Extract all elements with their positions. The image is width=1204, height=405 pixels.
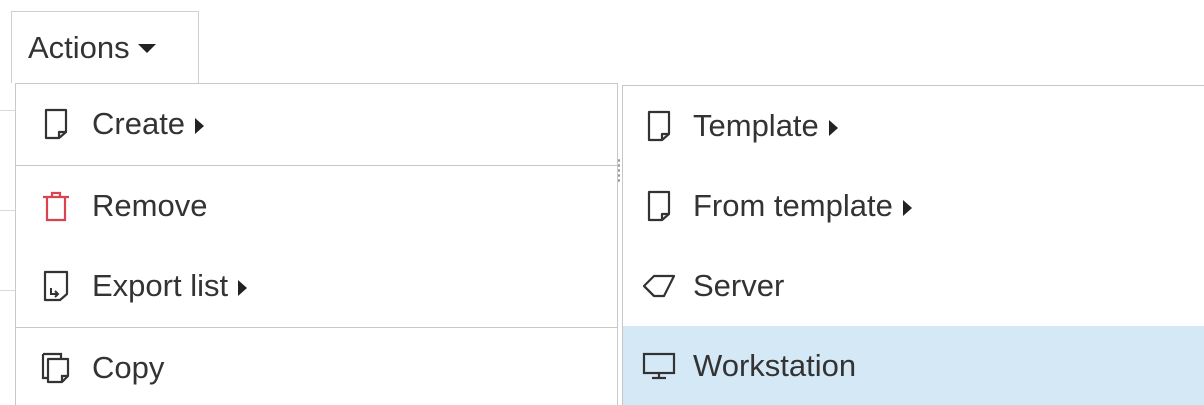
- menu-item-export-list[interactable]: Export list: [16, 246, 617, 326]
- submenu-item-label: Server: [693, 268, 785, 303]
- chevron-right-icon: [195, 118, 205, 134]
- copy-icon: [36, 352, 76, 384]
- submenu-item-from-template[interactable]: From template: [623, 166, 1204, 246]
- submenu-item-workstation[interactable]: Workstation: [623, 326, 1204, 405]
- submenu-item-server[interactable]: Server: [623, 246, 1204, 326]
- chevron-right-icon: [902, 200, 912, 216]
- chevron-right-icon: [238, 280, 248, 296]
- server-icon: [639, 273, 679, 299]
- caret-down-icon: [137, 44, 156, 53]
- export-icon: [36, 270, 76, 302]
- monitor-icon: [639, 351, 679, 381]
- document-icon: [36, 108, 76, 140]
- menu-item-remove[interactable]: Remove: [16, 166, 617, 246]
- submenu-item-label: Workstation: [693, 348, 857, 383]
- actions-button-label: Actions: [28, 30, 130, 65]
- background-divider: [0, 290, 15, 291]
- menu-item-label: Remove: [92, 188, 208, 223]
- actions-button[interactable]: Actions: [11, 11, 199, 83]
- page: Actions Create Remove Export list Copy T…: [0, 0, 1204, 405]
- submenu-item-label: Template: [693, 108, 819, 143]
- document-icon: [639, 190, 679, 222]
- create-submenu: Template From template Server Workstatio…: [622, 85, 1204, 405]
- submenu-item-template[interactable]: Template: [623, 86, 1204, 166]
- menu-item-create[interactable]: Create: [16, 84, 617, 164]
- menu-item-label: Copy: [92, 350, 165, 385]
- menu-item-label: Export list: [92, 268, 229, 303]
- submenu-item-label: From template: [693, 188, 893, 223]
- menu-item-copy[interactable]: Copy: [16, 328, 617, 405]
- background-divider: [0, 110, 15, 111]
- background-divider: [0, 210, 15, 211]
- chevron-right-icon: [828, 120, 838, 136]
- document-icon: [639, 110, 679, 142]
- menu-item-label: Create: [92, 106, 186, 141]
- actions-menu: Create Remove Export list Copy: [15, 83, 618, 405]
- trash-icon: [36, 190, 76, 222]
